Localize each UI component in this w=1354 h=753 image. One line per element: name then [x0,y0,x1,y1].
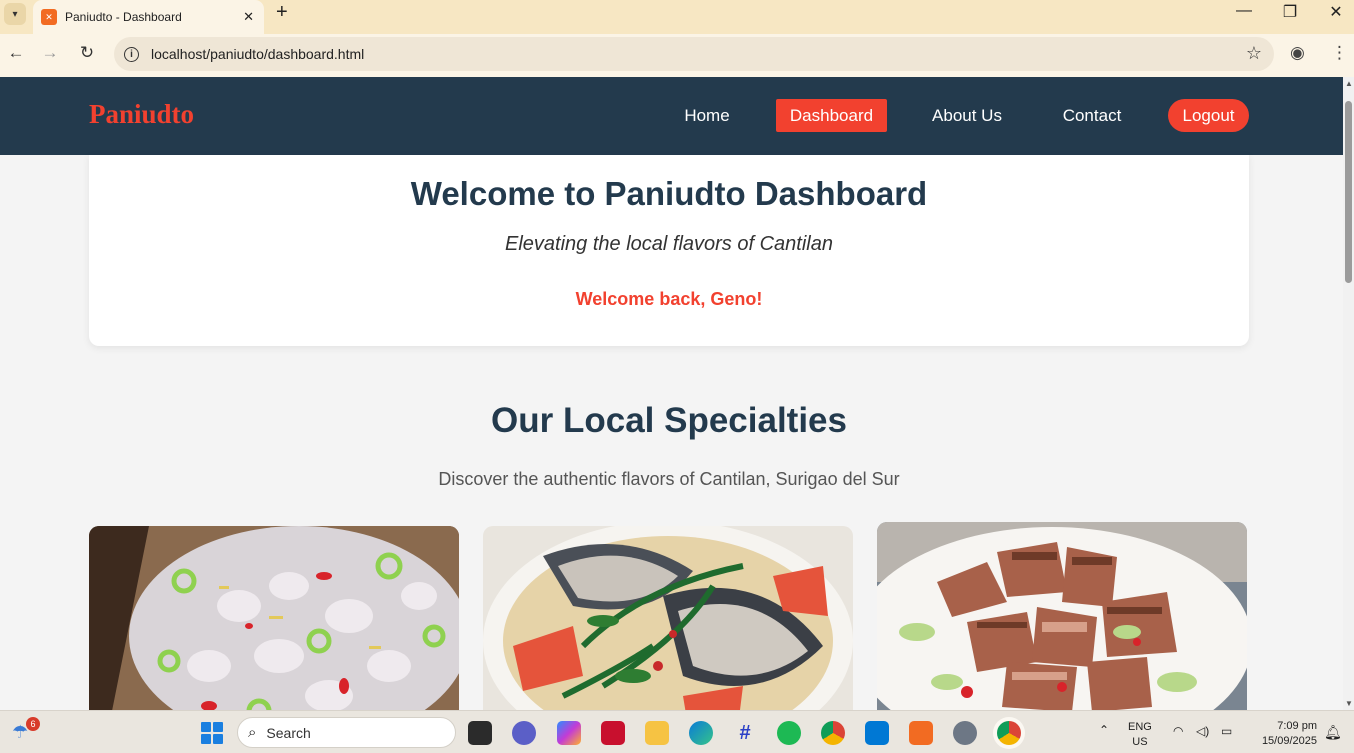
food-card[interactable] [89,526,459,710]
spotify-icon[interactable] [777,721,801,745]
search-label: Search [266,724,311,741]
page-title: Welcome to Paniudto Dashboard [410,175,928,212]
forward-arrow-icon[interactable]: → [38,43,62,63]
app-icon[interactable] [601,721,625,745]
battery-icon[interactable]: ▭ [1221,724,1232,738]
settings-gear-icon[interactable] [953,721,977,745]
site-brand-logo[interactable]: Paniudto [89,99,194,130]
profile-icon[interactable]: ◉ [1290,43,1305,63]
restore-icon[interactable]: ❐ [1267,2,1313,22]
tab-title: Paniudto - Dashboard [65,10,182,24]
url-text[interactable]: localhost/paniudto/dashboard.html [151,46,364,62]
food-card[interactable] [877,522,1247,710]
welcome-card: Welcome to Paniudto Dashboard Elevating … [89,155,1249,346]
fish-soup-photo [483,526,853,710]
taskbar-search-box[interactable]: ⌕ Search [237,717,456,748]
scroll-up-arrow-icon[interactable]: ▲ [1345,79,1353,88]
edge-browser-icon[interactable] [689,721,713,745]
window-close-icon[interactable]: ✕ [1313,2,1354,22]
clock-time: 7:09 pm [1277,720,1317,732]
tab-close-icon[interactable]: ✕ [243,9,254,25]
scroll-down-arrow-icon[interactable]: ▼ [1345,699,1353,708]
site-navbar: Paniudto Home Dashboard About Us Contact… [0,77,1343,155]
xampp-icon[interactable] [909,721,933,745]
kinilaw-fish-salad-photo [89,526,459,710]
vscode-icon[interactable] [865,721,889,745]
language-code: ENG [1128,721,1152,733]
address-bar[interactable]: i localhost/paniudto/dashboard.html ☆ [114,37,1274,71]
volume-icon[interactable]: ◁) [1196,724,1209,738]
teams-chat-icon[interactable] [512,721,536,745]
bookmark-star-icon[interactable]: ☆ [1246,43,1262,64]
new-tab-icon[interactable]: + [276,1,288,24]
scrollbar-thumb[interactable] [1345,101,1352,283]
search-icon: ⌕ [248,724,257,741]
nav-dashboard-link[interactable]: Dashboard [776,99,887,132]
weather-badge: 6 [26,717,40,731]
tray-chevron-icon[interactable]: ⌃ [1099,723,1109,737]
welcome-subtitle: Elevating the local flavors of Cantilan [505,233,833,255]
system-clock[interactable]: 7:09 pm 15/09/2025 [1253,719,1317,749]
browser-tab-bar: ▾ ✕ Paniudto - Dashboard ✕ + — ❐ ✕ [0,0,1354,34]
browser-tab[interactable]: ✕ Paniudto - Dashboard ✕ [33,0,264,34]
site-info-icon[interactable]: i [124,46,139,62]
os-taskbar: ☂ 6 ⌕ Search # ⌃ ENG US ◠ ◁) ▭ 7:09 pm 1… [0,710,1354,753]
tab-search-chevron-icon[interactable]: ▾ [4,3,26,25]
reload-icon[interactable]: ↻ [75,43,99,63]
nav-contact-link[interactable]: Contact [1052,99,1132,132]
food-card[interactable] [483,526,853,710]
browser-toolbar: ← → ↻ i localhost/paniudto/dashboard.htm… [0,34,1354,77]
file-explorer-icon[interactable] [645,721,669,745]
windows-start-icon[interactable] [201,722,223,744]
logout-button[interactable]: Logout [1168,99,1249,132]
task-view-icon[interactable] [468,721,492,745]
language-indicator[interactable]: ENG US [1128,720,1152,750]
hashtag-app-icon[interactable]: # [733,721,757,745]
notification-bell-icon[interactable]: 🔔︎ [1324,724,1342,741]
copilot-icon[interactable] [557,721,581,745]
nav-home-link[interactable]: Home [672,99,742,132]
keyboard-region: US [1132,736,1148,748]
specialties-heading: Our Local Specialties [491,401,847,440]
back-arrow-icon[interactable]: ← [4,43,28,63]
user-greeting: Welcome back, Geno! [575,289,763,309]
chrome-icon[interactable] [821,721,845,745]
specialties-subtitle: Discover the authentic flavors of Cantil… [438,469,900,489]
browser-menu-icon[interactable]: ⋮ [1331,43,1348,63]
clock-date: 15/09/2025 [1261,735,1317,747]
minimize-icon[interactable]: — [1221,2,1267,20]
page-viewport: Paniudto Home Dashboard About Us Contact… [0,77,1343,710]
page-scrollbar[interactable]: ▲ ▼ [1343,77,1354,710]
grilled-pork-salad-photo [877,522,1247,710]
chrome-active-icon[interactable] [997,721,1021,745]
wifi-icon[interactable]: ◠ [1173,724,1183,738]
nav-about-link[interactable]: About Us [920,99,1014,132]
site-favicon-icon: ✕ [41,9,57,25]
